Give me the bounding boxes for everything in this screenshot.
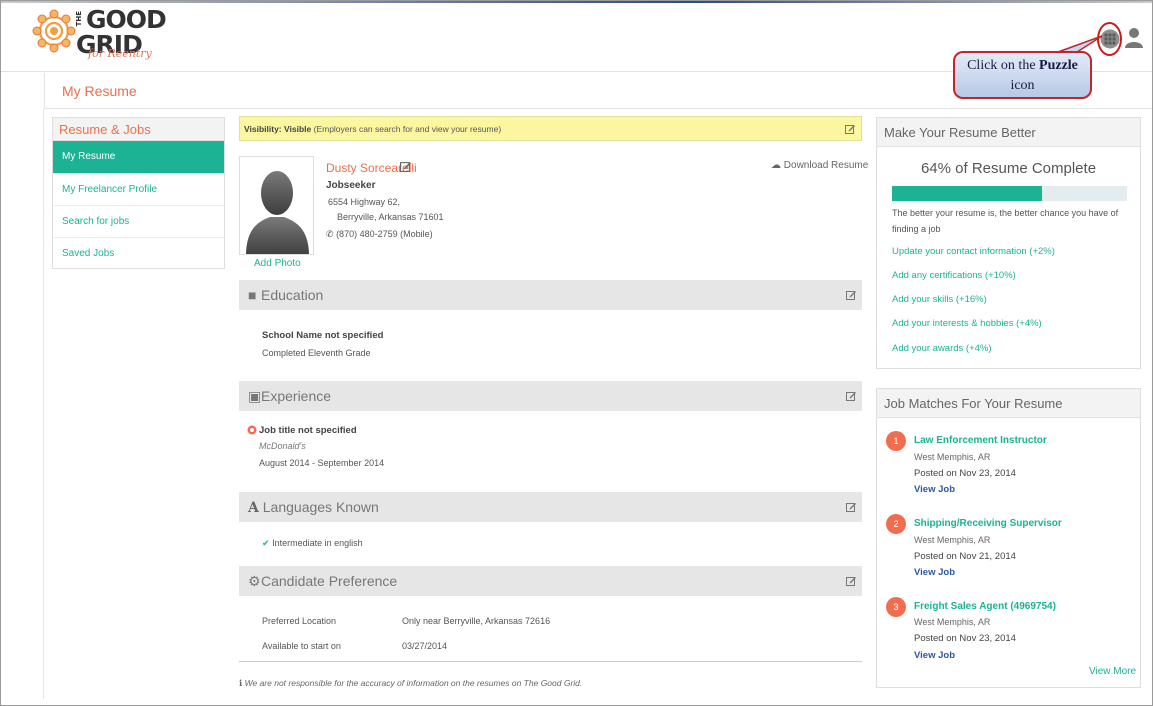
- edit-education-icon[interactable]: [846, 290, 856, 300]
- job-match-title[interactable]: Shipping/Receiving Supervisor: [914, 518, 1062, 529]
- sidebar: Resume & Jobs My Resume My Freelancer Pr…: [52, 117, 225, 269]
- callout-prefix: Click on the: [967, 58, 1040, 73]
- resume-better-heading: Make Your Resume Better: [877, 118, 1140, 147]
- disclaimer-text: We are not responsible for the accuracy …: [244, 678, 583, 688]
- address-line-2: Berryville, Arkansas 71601: [337, 212, 444, 222]
- info-icon: ℹ: [239, 678, 243, 688]
- job-match-posted: Posted on Nov 23, 2014: [914, 468, 1016, 479]
- left-divider: [43, 109, 44, 699]
- job-match-posted: Posted on Nov 23, 2014: [914, 633, 1016, 644]
- person-silhouette-icon: [246, 171, 309, 254]
- user-menu-button[interactable]: [1124, 27, 1144, 49]
- tip-contact-info[interactable]: Update your contact information (+2%): [892, 246, 1055, 257]
- completion-percent: 64% of Resume Complete: [920, 160, 1097, 177]
- view-job-link[interactable]: View Job: [914, 567, 955, 578]
- job-match-title[interactable]: Freight Sales Agent (4969754): [914, 601, 1056, 612]
- completion-progress-fill: [892, 186, 1043, 201]
- download-resume-link[interactable]: ☁ Download Resume: [771, 160, 868, 171]
- completion-note: The better your resume is, the better ch…: [892, 208, 1119, 234]
- completion-progress-bar: [892, 186, 1127, 201]
- school-grade: Completed Eleventh Grade: [262, 348, 371, 358]
- sidebar-item-saved-jobs[interactable]: Saved Jobs: [53, 238, 224, 270]
- sidebar-heading: Resume & Jobs: [53, 118, 224, 141]
- languages-heading: Languages Known: [262, 499, 379, 515]
- language-glyph-icon: A: [248, 500, 259, 516]
- preference-section-bar: ⚙Candidate Preference: [239, 566, 862, 596]
- profile-phone: ✆ (870) 480-2759 (Mobile): [326, 229, 433, 240]
- page-title-bar: My Resume: [44, 73, 1153, 109]
- edit-icon[interactable]: [845, 124, 855, 134]
- download-label: Download Resume: [783, 160, 869, 171]
- edit-name-icon[interactable]: [400, 161, 411, 172]
- sidebar-item-my-resume[interactable]: My Resume: [53, 141, 224, 174]
- page-title: My Resume: [62, 83, 137, 99]
- add-photo-link[interactable]: Add Photo: [254, 258, 301, 269]
- education-heading: Education: [261, 287, 324, 303]
- edit-preference-icon[interactable]: [846, 576, 856, 586]
- education-section-bar: ■ Education: [239, 280, 862, 310]
- gear-logo-icon: [32, 9, 76, 53]
- callout-bold: Puzzle: [1039, 58, 1078, 73]
- job-match-title[interactable]: Law Enforcement Instructor: [914, 435, 1047, 446]
- phone-number: (870) 480-2759 (Mobile): [336, 229, 433, 239]
- logo-the: THE: [75, 11, 83, 27]
- view-job-link[interactable]: View Job: [914, 484, 955, 495]
- visibility-banner: Visibility: Visible (Employers can searc…: [239, 116, 862, 141]
- job-title: Job title not specified: [259, 425, 357, 436]
- job-match-location: West Memphis, AR: [914, 452, 991, 462]
- job-match-posted: Posted on Nov 21, 2014: [914, 551, 1016, 562]
- check-icon: ✔: [262, 538, 270, 548]
- briefcase-icon: ▣: [248, 388, 262, 404]
- section-divider: [239, 661, 862, 662]
- phone-icon: ✆: [326, 229, 334, 239]
- job-marker-icon: [247, 425, 257, 435]
- tip-skills[interactable]: Add your skills (+16%): [892, 294, 987, 305]
- cog-icon: ⚙: [248, 573, 261, 589]
- avatar: [239, 156, 314, 255]
- pref-location-value: Only near Berryville, Arkansas 72616: [402, 616, 551, 626]
- tip-awards[interactable]: Add your awards (+4%): [892, 343, 992, 354]
- site-logo[interactable]: THE GOOD GRID for Reentry: [32, 7, 172, 65]
- visibility-note: (Employers can search for and view your …: [311, 124, 502, 134]
- job-company: McDonald's: [259, 441, 306, 451]
- user-icon: [1125, 28, 1143, 48]
- edit-experience-icon[interactable]: [846, 391, 856, 401]
- disclaimer: ℹ We are not responsible for the accurac…: [239, 678, 582, 689]
- language-item: ✔ Intermediate in english: [262, 538, 363, 549]
- pref-location-label: Preferred Location: [262, 616, 337, 626]
- cloud-download-icon: ☁: [771, 160, 781, 171]
- edit-languages-icon[interactable]: [846, 502, 856, 512]
- preference-heading: Candidate Preference: [261, 573, 398, 589]
- tip-interests[interactable]: Add your interests & hobbies (+4%): [892, 318, 1042, 329]
- languages-section-bar: A Languages Known: [239, 492, 862, 522]
- logo-tagline: for Reentry: [88, 47, 152, 60]
- job-dates: August 2014 - September 2014: [259, 458, 385, 468]
- sidebar-item-freelancer-profile[interactable]: My Freelancer Profile: [53, 174, 224, 206]
- job-match-number: 3: [886, 597, 906, 617]
- job-match-number: 1: [886, 431, 906, 451]
- school-name: School Name not specified: [262, 330, 384, 341]
- pref-start-label: Available to start on: [262, 641, 341, 651]
- view-more-link[interactable]: View More: [1089, 666, 1136, 677]
- experience-section-bar: ▣Experience: [239, 381, 862, 411]
- sidebar-item-search-jobs[interactable]: Search for jobs: [53, 206, 224, 238]
- language-label: Intermediate in english: [272, 538, 363, 548]
- pref-start-value: 03/27/2014: [402, 641, 448, 651]
- job-matches-heading: Job Matches For Your Resume: [877, 389, 1140, 418]
- profile-role: Jobseeker: [326, 180, 376, 191]
- tip-certifications[interactable]: Add any certifications (+10%): [892, 270, 1016, 281]
- job-match-location: West Memphis, AR: [914, 617, 991, 627]
- visibility-label: Visibility: Visible: [244, 124, 312, 134]
- job-match-number: 2: [886, 514, 906, 534]
- resume-better-panel: Make Your Resume Better 64% of Resume Co…: [876, 117, 1141, 369]
- view-job-link[interactable]: View Job: [914, 650, 955, 661]
- experience-heading: Experience: [261, 388, 332, 404]
- book-icon: ■: [248, 287, 257, 303]
- job-match-location: West Memphis, AR: [914, 535, 991, 545]
- address-line-1: 6554 Highway 62,: [328, 197, 401, 207]
